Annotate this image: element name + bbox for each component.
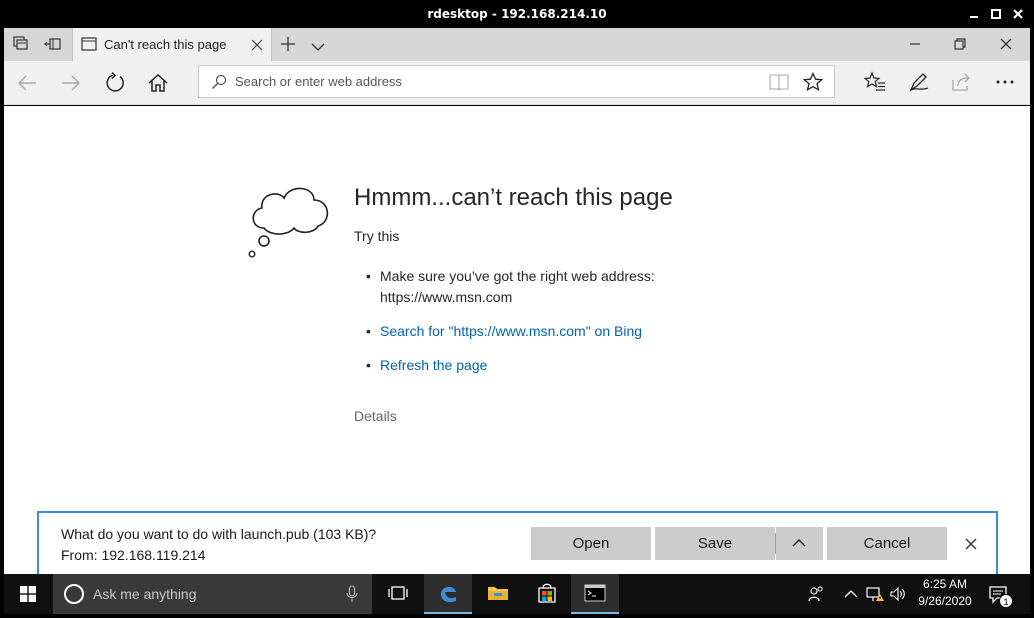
navigation-bar	[4, 61, 1030, 105]
download-source: From: 192.168.119.214	[61, 547, 206, 563]
taskbar-clock[interactable]: 6:25 AM 9/26/2020	[911, 576, 979, 610]
close-icon[interactable]	[1010, 6, 1026, 22]
tab-label: Can't reach this page	[104, 37, 227, 52]
store-taskbar-button[interactable]	[523, 574, 571, 614]
tab-close-icon[interactable]	[251, 38, 263, 51]
page-icon	[81, 37, 97, 51]
favorite-star-icon[interactable]	[802, 71, 824, 92]
browser-minimize-icon[interactable]	[907, 37, 923, 51]
start-button[interactable]	[4, 574, 52, 614]
refresh-icon[interactable]	[104, 71, 126, 94]
details-link[interactable]: Details	[354, 408, 397, 424]
tab-bar: Can't reach this page	[4, 28, 1030, 61]
download-bar: What do you want to do with launch.pub (…	[37, 511, 998, 574]
home-icon[interactable]	[147, 72, 169, 94]
suggestion-list: Make sure you’ve got the right web addre…	[354, 266, 674, 376]
try-this-heading: Try this	[354, 228, 400, 244]
cortana-placeholder: Ask me anything	[93, 586, 197, 602]
command-prompt-icon	[584, 584, 606, 602]
save-options-button[interactable]	[776, 527, 823, 560]
cancel-button[interactable]: Cancel	[827, 527, 947, 560]
share-icon[interactable]	[951, 71, 973, 93]
more-icon[interactable]	[994, 71, 1016, 93]
edge-taskbar-button[interactable]	[424, 574, 472, 614]
page-content: Hmmm...can’t reach this page Try this Ma…	[4, 106, 1030, 574]
window-frame-bottom	[0, 614, 1034, 618]
clock-date: 9/26/2020	[918, 594, 972, 608]
thought-cloud-icon	[244, 176, 334, 262]
windows-logo-icon	[20, 586, 36, 602]
chevron-down-icon[interactable]	[311, 39, 325, 51]
download-close-icon[interactable]	[965, 537, 977, 550]
suggestion-check-address: Make sure you’ve got the right web addre…	[354, 266, 674, 308]
address-input[interactable]	[235, 66, 755, 97]
search-icon	[211, 74, 227, 90]
task-view-icon	[388, 586, 408, 600]
microphone-icon[interactable]	[346, 585, 358, 603]
folder-icon	[488, 587, 508, 600]
new-tab-icon[interactable]	[280, 36, 296, 52]
cortana-icon	[64, 584, 84, 604]
back-arrow-icon[interactable]	[16, 72, 38, 94]
taskbar: Ask me anything 6:25 AM 9/26/2020 1	[4, 574, 1030, 614]
address-bar[interactable]	[198, 65, 835, 98]
favorites-hub-icon[interactable]	[863, 71, 886, 93]
task-view-button[interactable]	[374, 574, 422, 614]
file-explorer-taskbar-button[interactable]	[474, 574, 522, 614]
action-center-button[interactable]: 1	[988, 584, 1013, 608]
download-question: What do you want to do with launch.pub (…	[61, 526, 377, 542]
suggestion-search-bing: Search for "https://www.msn.com" on Bing	[354, 321, 674, 342]
network-warning-icon[interactable]	[866, 585, 884, 603]
set-tabs-aside-icon[interactable]	[44, 36, 62, 52]
browser-close-icon[interactable]	[998, 37, 1014, 51]
reading-view-icon[interactable]	[769, 73, 789, 91]
forward-arrow-icon[interactable]	[60, 72, 82, 94]
web-note-pen-icon[interactable]	[908, 71, 930, 93]
rdesktop-title: rdesktop - 192.168.214.10	[427, 7, 607, 21]
tab-preview-icon[interactable]	[13, 36, 31, 52]
volume-icon[interactable]	[889, 585, 907, 603]
tab-cant-reach[interactable]: Can't reach this page	[72, 28, 272, 61]
people-icon[interactable]	[807, 585, 825, 603]
search-bing-link[interactable]: Search for "https://www.msn.com" on Bing	[380, 323, 642, 339]
browser-restore-icon[interactable]	[952, 37, 968, 51]
refresh-page-link[interactable]: Refresh the page	[380, 357, 487, 373]
command-prompt-taskbar-button[interactable]	[571, 574, 619, 614]
cortana-search-box[interactable]: Ask me anything	[53, 574, 372, 614]
suggestion-refresh: Refresh the page	[354, 355, 674, 376]
rdesktop-titlebar: rdesktop - 192.168.214.10	[0, 0, 1034, 28]
edge-icon	[441, 586, 456, 603]
open-button[interactable]: Open	[531, 527, 651, 560]
show-hidden-icons-chevron-icon[interactable]	[842, 585, 860, 603]
error-title: Hmmm...can’t reach this page	[354, 184, 673, 211]
clock-time: 6:25 AM	[922, 577, 968, 591]
window-frame-right	[1030, 28, 1034, 618]
chevron-up-icon	[792, 539, 806, 547]
notification-count-badge: 1	[999, 594, 1013, 608]
maximize-icon[interactable]	[988, 6, 1004, 22]
minimize-icon[interactable]	[966, 6, 982, 22]
store-bag-icon	[538, 583, 556, 603]
save-button[interactable]: Save	[655, 527, 775, 560]
